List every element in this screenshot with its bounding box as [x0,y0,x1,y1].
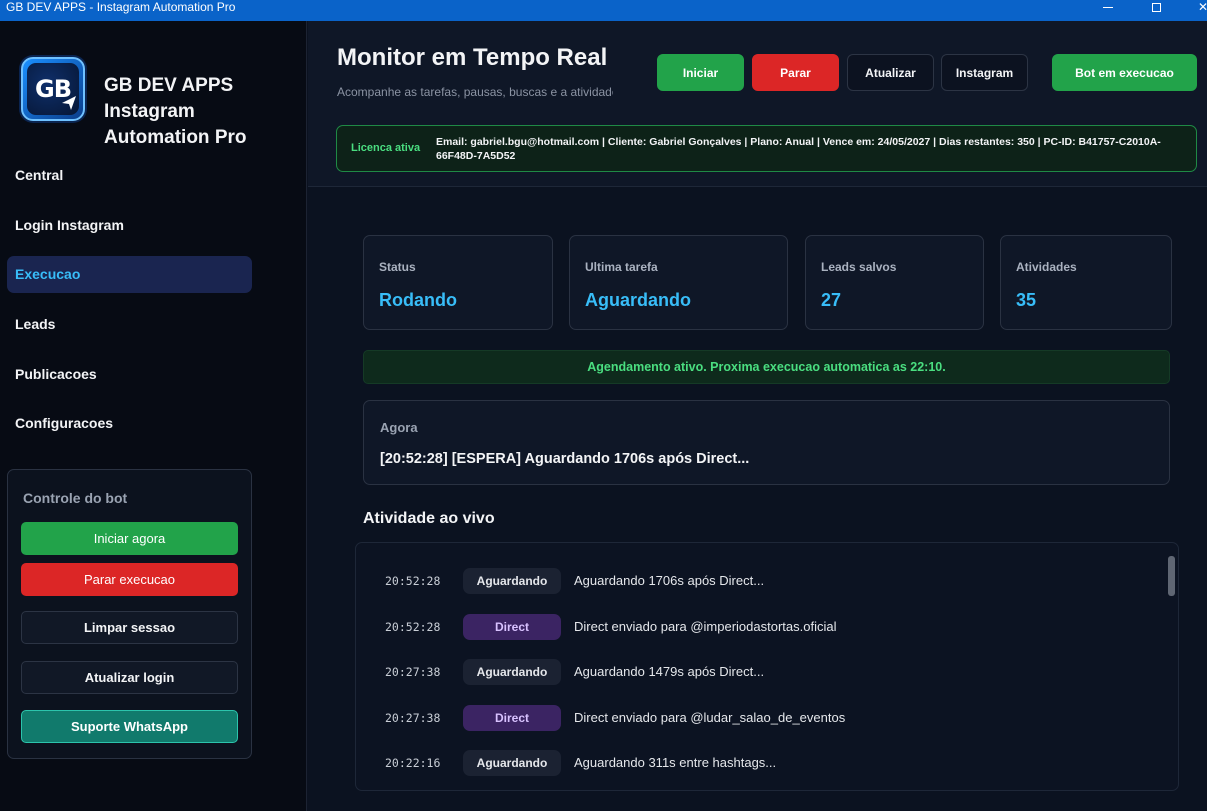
current-activity-label: Agora [380,420,418,435]
minimize-icon[interactable] [1085,0,1131,14]
send-icon [62,96,76,110]
activity-message: Direct enviado para @ludar_salao_de_even… [574,710,846,725]
license-details: Email: gabriel.bgu@hotmail.com | Cliente… [436,136,1161,162]
leads-saved-value: 27 [821,290,842,310]
activity-badge: Direct [463,705,561,731]
activity-time: 20:52:28 [385,574,441,588]
activity-row: 20:22:16 Aguardando Aguardando 311s entr… [356,747,1166,779]
activity-badge: Aguardando [463,568,561,594]
refresh-button[interactable]: Atualizar [847,54,934,91]
license-status: Licenca ativa [351,142,421,154]
window-title: GB DEV APPS - Instagram Automation Pro [6,0,236,14]
activity-title: Atividade ao vivo [363,510,495,527]
last-task-card: Ultima tarefa Aguardando [569,235,788,330]
activity-message: Aguardando 1479s após Direct... [574,664,765,679]
app-logo: GB [21,57,85,121]
activity-scrollbar[interactable] [1168,556,1175,596]
activity-time: 20:52:28 [385,620,441,634]
stop-execution-button[interactable]: Parar execucao [21,563,238,596]
status-label: Status [379,260,416,274]
activity-row: 20:27:38 Aguardando Aguardando 1479s apó… [356,656,1166,688]
sidebar: GB GB DEV APPS Instagram Automation Pro … [0,21,307,811]
current-activity-panel: Agora [20:52:28] [ESPERA] Aguardando 170… [363,400,1170,485]
activity-time: 20:22:16 [385,756,441,770]
activity-message: Direct enviado para @imperiodastortas.of… [574,619,837,634]
brand-name: GB DEV APPS Instagram Automation Pro [104,75,247,148]
activity-message: Aguardando 311s entre hashtags... [574,755,777,770]
status-value: Rodando [379,290,457,310]
activity-message: Aguardando 1706s após Direct... [574,573,765,588]
last-task-label: Ultima tarefa [585,260,658,274]
leads-saved-card: Leads salvos 27 [805,235,984,330]
start-button[interactable]: Iniciar [657,54,744,91]
activity-badge: Direct [463,614,561,640]
activity-time: 20:27:38 [385,665,441,679]
activities-label: Atividades [1016,260,1077,274]
sidebar-item-publicacoes[interactable]: Publicacoes [7,356,252,393]
page-title: Monitor em Tempo Real [337,44,608,71]
last-task-value: Aguardando [585,290,691,310]
sidebar-item-configuracoes[interactable]: Configuracoes [7,405,252,442]
maximize-icon[interactable] [1133,0,1179,14]
activity-badge: Aguardando [463,750,561,776]
license-panel: Licenca ativa Email: gabriel.bgu@hotmail… [336,125,1197,172]
sidebar-item-leads[interactable]: Leads [7,306,252,343]
start-now-button[interactable]: Iniciar agora [21,522,238,555]
activities-value: 35 [1016,290,1037,310]
activity-list[interactable]: 20:52:28 Aguardando Aguardando 1706s apó… [355,542,1179,791]
activity-row: 20:52:28 Direct Direct enviado para @imp… [356,611,1166,643]
refresh-login-button[interactable]: Atualizar login [21,661,238,694]
page-header: Monitor em Tempo Real Acompanhe as taref… [308,21,1207,187]
instagram-button[interactable]: Instagram [941,54,1028,91]
activities-card: Atividades 35 [1000,235,1172,330]
close-icon[interactable]: ✕ [1180,0,1207,14]
bot-status-button[interactable]: Bot em execucao [1052,54,1197,91]
status-card: Status Rodando [363,235,553,330]
bot-control-panel: Controle do bot Iniciar agora Parar exec… [7,469,252,759]
activity-row: 20:27:38 Direct Direct enviado para @lud… [356,702,1166,734]
window-titlebar: GB DEV APPS - Instagram Automation Pro ✕ [0,0,1207,21]
stop-button[interactable]: Parar [752,54,839,91]
activity-row: 20:52:28 Aguardando Aguardando 1706s apó… [356,565,1166,597]
sidebar-item-execucao[interactable]: Execucao [7,256,252,293]
whatsapp-support-button[interactable]: Suporte WhatsApp [21,710,238,743]
schedule-banner: Agendamento ativo. Proxima execucao auto… [363,350,1170,384]
sidebar-item-login-instagram[interactable]: Login Instagram [7,207,252,244]
activity-time: 20:27:38 [385,711,441,725]
page-subtitle: Acompanhe as tarefas, pausas, buscas e a… [337,85,613,99]
current-activity-text: [20:52:28] [ESPERA] Aguardando 1706s apó… [380,451,750,467]
activity-badge: Aguardando [463,659,561,685]
clear-session-button[interactable]: Limpar sessao [21,611,238,644]
sidebar-item-central[interactable]: Central [7,157,252,194]
bot-control-title: Controle do bot [23,490,128,506]
leads-saved-label: Leads salvos [821,260,897,274]
